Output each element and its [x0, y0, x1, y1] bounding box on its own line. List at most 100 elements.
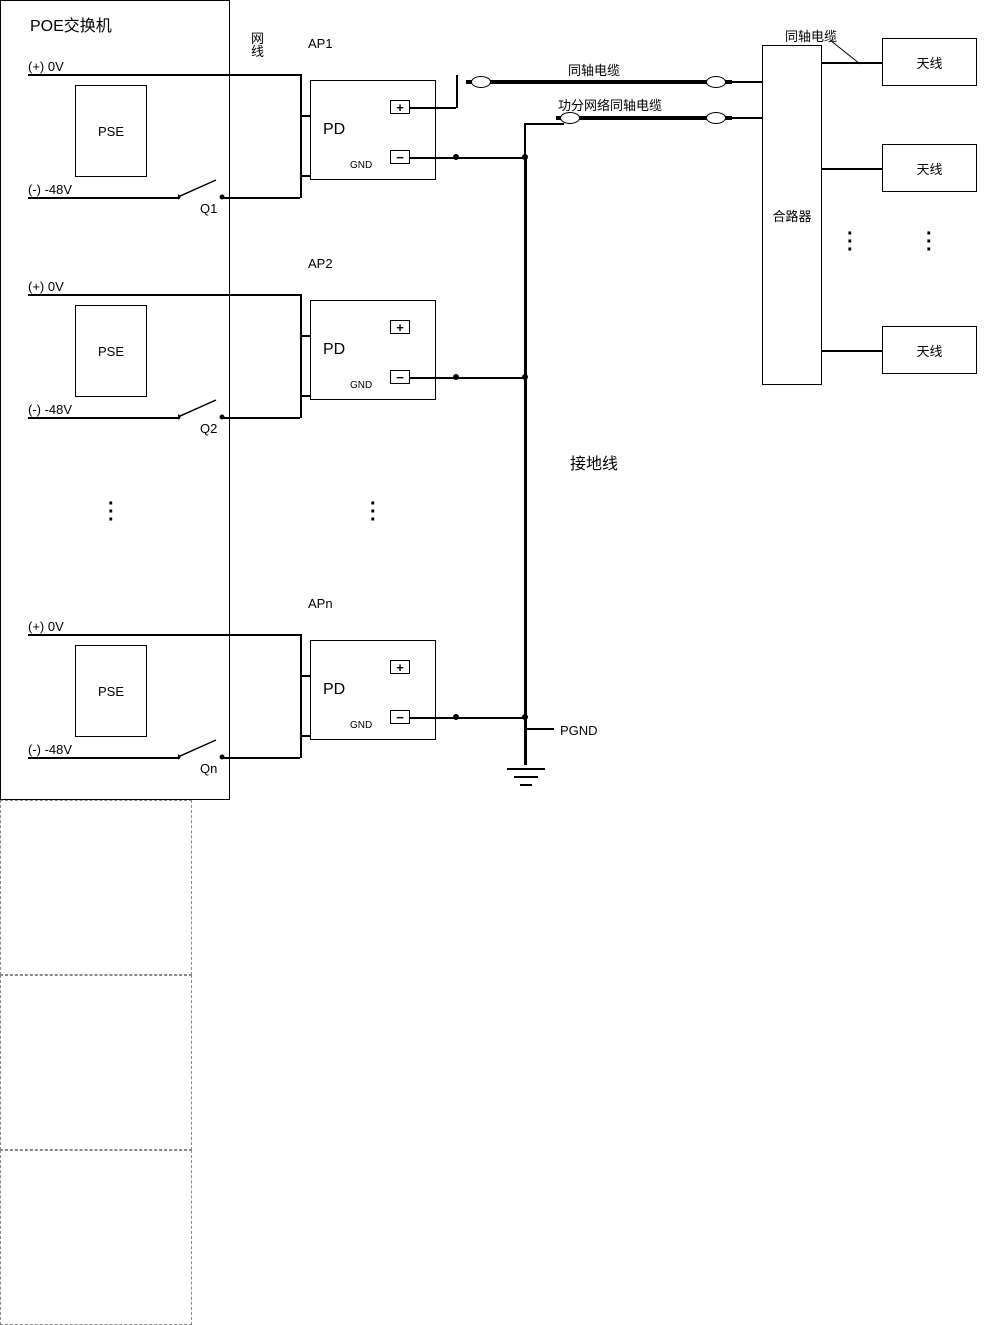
- pse-box-2: PSE: [75, 645, 147, 737]
- to-pd-2a: [300, 675, 310, 677]
- apn-label: APn: [308, 596, 333, 611]
- line-pos-2: [28, 634, 233, 636]
- vdots-ant: ···: [926, 230, 933, 254]
- line-pos-0: [28, 74, 233, 76]
- pd-label-1: PD: [323, 341, 345, 359]
- wire-neg-1c: [278, 417, 300, 419]
- pd-plus-2: +: [390, 660, 410, 674]
- voltage-pos-1: (+) 0V: [28, 279, 64, 294]
- pse-label-0: PSE: [98, 124, 124, 139]
- antenna-0: 天线: [882, 38, 977, 86]
- voltage-pos-0: (+) 0V: [28, 59, 64, 74]
- antenna-label-n: 天线: [916, 341, 942, 360]
- line-neg-1: [28, 417, 178, 419]
- gnd-label-1: GND: [350, 380, 372, 391]
- line-pos-1: [28, 294, 233, 296]
- minus-out-0: [410, 157, 525, 159]
- wire-v-0: [300, 74, 302, 198]
- wire-pos-1: [233, 294, 278, 296]
- vdots-pse: ···: [108, 500, 115, 524]
- ground-wire: [524, 157, 527, 765]
- vdots-ant-wire: ···: [847, 230, 854, 254]
- switch-label-2: Qn: [200, 761, 217, 776]
- wire-neg-0c: [278, 197, 300, 199]
- voltage-neg-0: (-) -48V: [28, 182, 72, 197]
- pse-label-2: PSE: [98, 684, 124, 699]
- combiner-box: 合路器: [762, 45, 822, 385]
- line-neg-0: [28, 197, 178, 199]
- combiner-label: 合路器: [772, 206, 811, 225]
- wire-pos-0: [233, 74, 278, 76]
- ap2-box: [0, 975, 192, 1150]
- ant-wire-1: [822, 168, 882, 170]
- antenna-label-0: 天线: [916, 53, 942, 72]
- pse-box-0: PSE: [75, 85, 147, 177]
- coax1-end-l: [471, 76, 491, 88]
- coax2-tail: [727, 117, 762, 119]
- wire-neg-2: [233, 757, 278, 759]
- to-pd-0a: [300, 115, 310, 117]
- pd-label-0: PD: [323, 121, 345, 139]
- pd-plus-1: +: [390, 320, 410, 334]
- gnd-label-0: GND: [350, 160, 372, 171]
- wire-pos-2: [233, 634, 278, 636]
- voltage-neg-1: (-) -48V: [28, 402, 72, 417]
- wire-neg-0: [233, 197, 278, 199]
- ant-wire-n: [822, 350, 882, 352]
- dot-minus-1: [453, 374, 459, 380]
- switch-label-0: Q1: [200, 201, 217, 216]
- apn-box: [0, 1150, 192, 1325]
- to-pd-1a: [300, 335, 310, 337]
- power-split-label: 功分网络同轴电缆: [558, 95, 662, 114]
- pse-box-1: PSE: [75, 305, 147, 397]
- wire-pos-2c: [278, 634, 300, 636]
- switch-label-1: Q2: [200, 421, 217, 436]
- gnd-dot-0: [522, 154, 528, 160]
- dot-minus-0: [453, 154, 459, 160]
- wire-neg-1: [233, 417, 278, 419]
- ap2-label: AP2: [308, 256, 333, 271]
- gnd-label-2: GND: [350, 720, 372, 731]
- ant-wire-0: [822, 62, 882, 64]
- wire-v-1: [300, 294, 302, 418]
- plus-out-0: [410, 107, 456, 109]
- wire-v-2: [300, 634, 302, 758]
- ap1-label: AP1: [308, 36, 333, 51]
- vdots-ap: ···: [370, 500, 377, 524]
- title: POE交换机: [30, 12, 112, 36]
- wire-pos-0c: [278, 74, 300, 76]
- gnd-dot-2: [522, 714, 528, 720]
- coax1-end-r: [706, 76, 726, 88]
- ap1-box: [0, 800, 192, 975]
- gnd-to-coax-h: [524, 123, 564, 125]
- leader-line: [830, 40, 870, 70]
- pd-minus-0: −: [390, 150, 410, 164]
- line-neg-2: [28, 757, 178, 759]
- pd-box-1: PD: [310, 300, 436, 400]
- antenna-label-1: 天线: [916, 159, 942, 178]
- pse-label-1: PSE: [98, 344, 124, 359]
- wire-pos-1c: [278, 294, 300, 296]
- voltage-pos-2: (+) 0V: [28, 619, 64, 634]
- to-pd-1b: [300, 395, 310, 397]
- coax-label-1: 同轴电缆: [568, 60, 620, 79]
- voltage-neg-2: (-) -48V: [28, 742, 72, 757]
- pd-plus-0: +: [390, 100, 410, 114]
- pd-minus-1: −: [390, 370, 410, 384]
- wire-neg-2c: [278, 757, 300, 759]
- minus-out-1: [410, 377, 525, 379]
- pgnd-finger: [526, 728, 554, 730]
- antenna-1: 天线: [882, 144, 977, 192]
- plus-vert-0: [456, 75, 458, 108]
- dot-minus-2: [453, 714, 459, 720]
- pd-minus-2: −: [390, 710, 410, 724]
- coax2-end-r: [706, 112, 726, 124]
- cable-label: 网线: [251, 32, 265, 58]
- pgnd-label: PGND: [560, 723, 598, 738]
- coax1: [466, 80, 732, 84]
- pd-box-2: PD: [310, 640, 436, 740]
- minus-out-2: [410, 717, 525, 719]
- pd-label-2: PD: [323, 681, 345, 699]
- to-pd-0b: [300, 175, 310, 177]
- to-pd-2b: [300, 735, 310, 737]
